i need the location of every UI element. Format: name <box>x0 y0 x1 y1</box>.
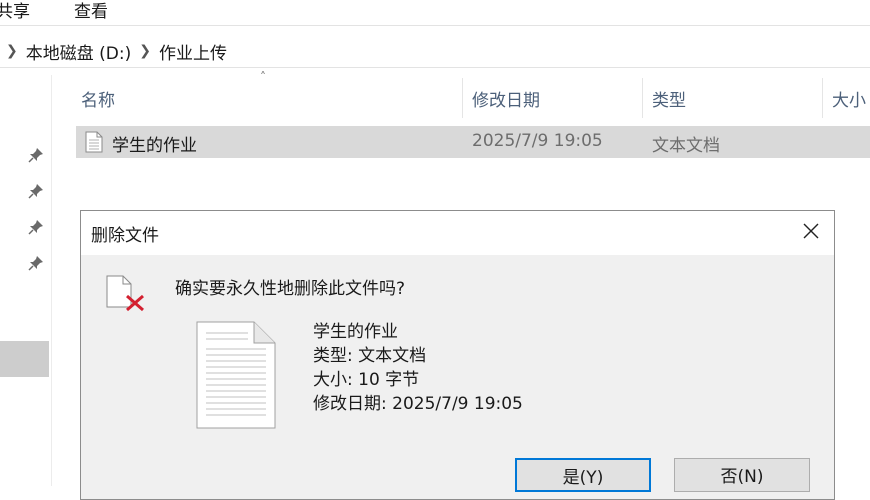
column-divider[interactable] <box>642 78 643 118</box>
breadcrumb-drive[interactable]: 本地磁盘 (D:) <box>26 39 132 64</box>
pin-icon[interactable] <box>28 255 44 271</box>
navigation-pane-divider[interactable] <box>51 75 52 486</box>
breadcrumb-folder[interactable]: 作业上传 <box>159 39 227 64</box>
pin-icon[interactable] <box>28 219 44 235</box>
column-header-type[interactable]: 类型 <box>652 86 686 111</box>
text-file-icon <box>196 321 276 429</box>
close-icon[interactable] <box>800 220 822 242</box>
column-divider[interactable] <box>822 78 823 118</box>
delete-file-icon <box>106 275 144 312</box>
dialog-file-type: 类型: 文本文档 <box>313 346 427 366</box>
column-header-modified[interactable]: 修改日期 <box>472 86 540 111</box>
dialog-file-name: 学生的作业 <box>313 322 398 342</box>
dialog-title-bar[interactable]: 删除文件 <box>81 211 834 255</box>
chevron-right-icon[interactable]: ❯ <box>139 43 151 59</box>
file-type: 文本文档 <box>652 136 720 156</box>
yes-button[interactable]: 是(Y) <box>515 458 651 492</box>
pin-icon[interactable] <box>28 183 44 199</box>
column-divider[interactable] <box>462 78 463 118</box>
text-file-icon <box>85 131 103 153</box>
file-name[interactable]: 学生的作业 <box>112 131 197 156</box>
dialog-file-size: 大小: 10 字节 <box>313 370 420 390</box>
nav-item-selected[interactable] <box>0 341 49 377</box>
navigation-pane <box>0 75 50 486</box>
dialog-title: 删除文件 <box>91 226 159 246</box>
column-header-name[interactable]: 名称 <box>81 86 115 111</box>
address-divider <box>0 67 870 68</box>
ribbon-tab-view[interactable]: 查看 <box>74 0 108 22</box>
sort-up-icon: ˄ <box>260 70 266 84</box>
ribbon-tab-share[interactable]: 共享 <box>0 0 30 22</box>
chevron-right-icon[interactable]: ❯ <box>6 43 18 59</box>
address-bar[interactable]: ❯ 本地磁盘 (D:) ❯ 作业上传 <box>0 38 227 64</box>
dialog-file-modified: 修改日期: 2025/7/9 19:05 <box>313 394 523 414</box>
pin-icon[interactable] <box>28 147 44 163</box>
delete-file-dialog: 删除文件 确实要永久性地删除此文件吗? 学生的作业 类型: 文本文档 大小: 1… <box>80 210 835 500</box>
dialog-question: 确实要永久性地删除此文件吗? <box>175 279 406 299</box>
file-modified: 2025/7/9 19:05 <box>472 131 603 151</box>
column-header-size[interactable]: 大小 <box>832 86 866 111</box>
ribbon-divider <box>0 25 870 26</box>
no-button[interactable]: 否(N) <box>674 458 810 492</box>
